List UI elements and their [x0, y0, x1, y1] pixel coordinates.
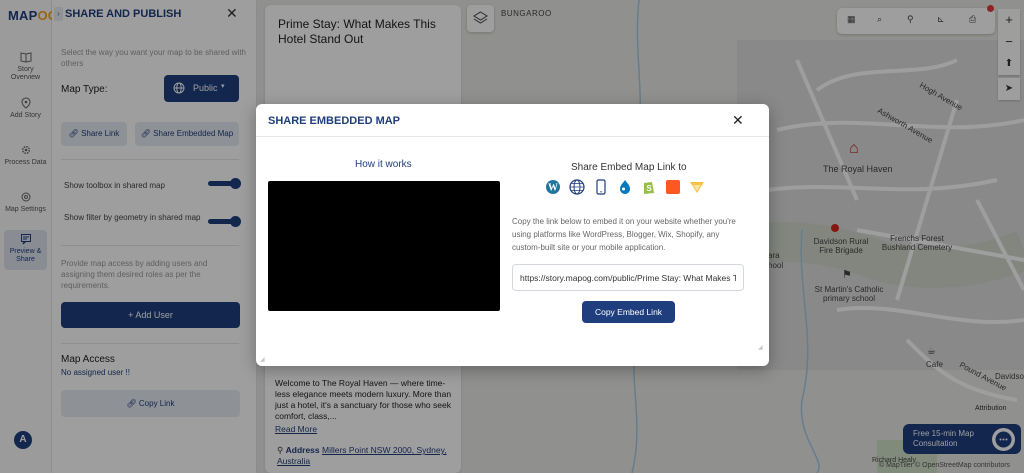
embed-description: Copy the link below to embed it on your … — [512, 217, 736, 252]
blogger-icon[interactable] — [665, 179, 681, 195]
share-embedded-map-modal: SHARE EMBEDDED MAP ✕ How it works Share … — [256, 104, 769, 366]
drupal-icon[interactable] — [617, 179, 633, 195]
globe-icon[interactable] — [569, 179, 585, 195]
resize-handle-icon: ◢ — [260, 357, 265, 363]
modal-title: SHARE EMBEDDED MAP — [268, 115, 401, 127]
copy-embed-link-button[interactable]: Copy Embed Link — [582, 301, 675, 323]
resize-handle-icon: ◢ — [758, 345, 763, 351]
svg-text:W: W — [548, 183, 558, 194]
modal-header: SHARE EMBEDDED MAP ✕ — [256, 104, 769, 137]
tutorial-video[interactable] — [268, 181, 500, 311]
mobile-icon[interactable] — [593, 179, 609, 195]
shopify-icon[interactable]: S — [641, 179, 657, 195]
how-it-works-title: How it works — [355, 159, 412, 170]
svg-text:S: S — [646, 184, 652, 193]
embed-title: Share Embed Map Link to — [571, 162, 687, 173]
wix-icon[interactable] — [689, 179, 705, 195]
close-icon[interactable]: ✕ — [732, 112, 744, 129]
wordpress-icon[interactable]: W — [545, 179, 561, 195]
embed-link-input[interactable] — [512, 264, 744, 291]
